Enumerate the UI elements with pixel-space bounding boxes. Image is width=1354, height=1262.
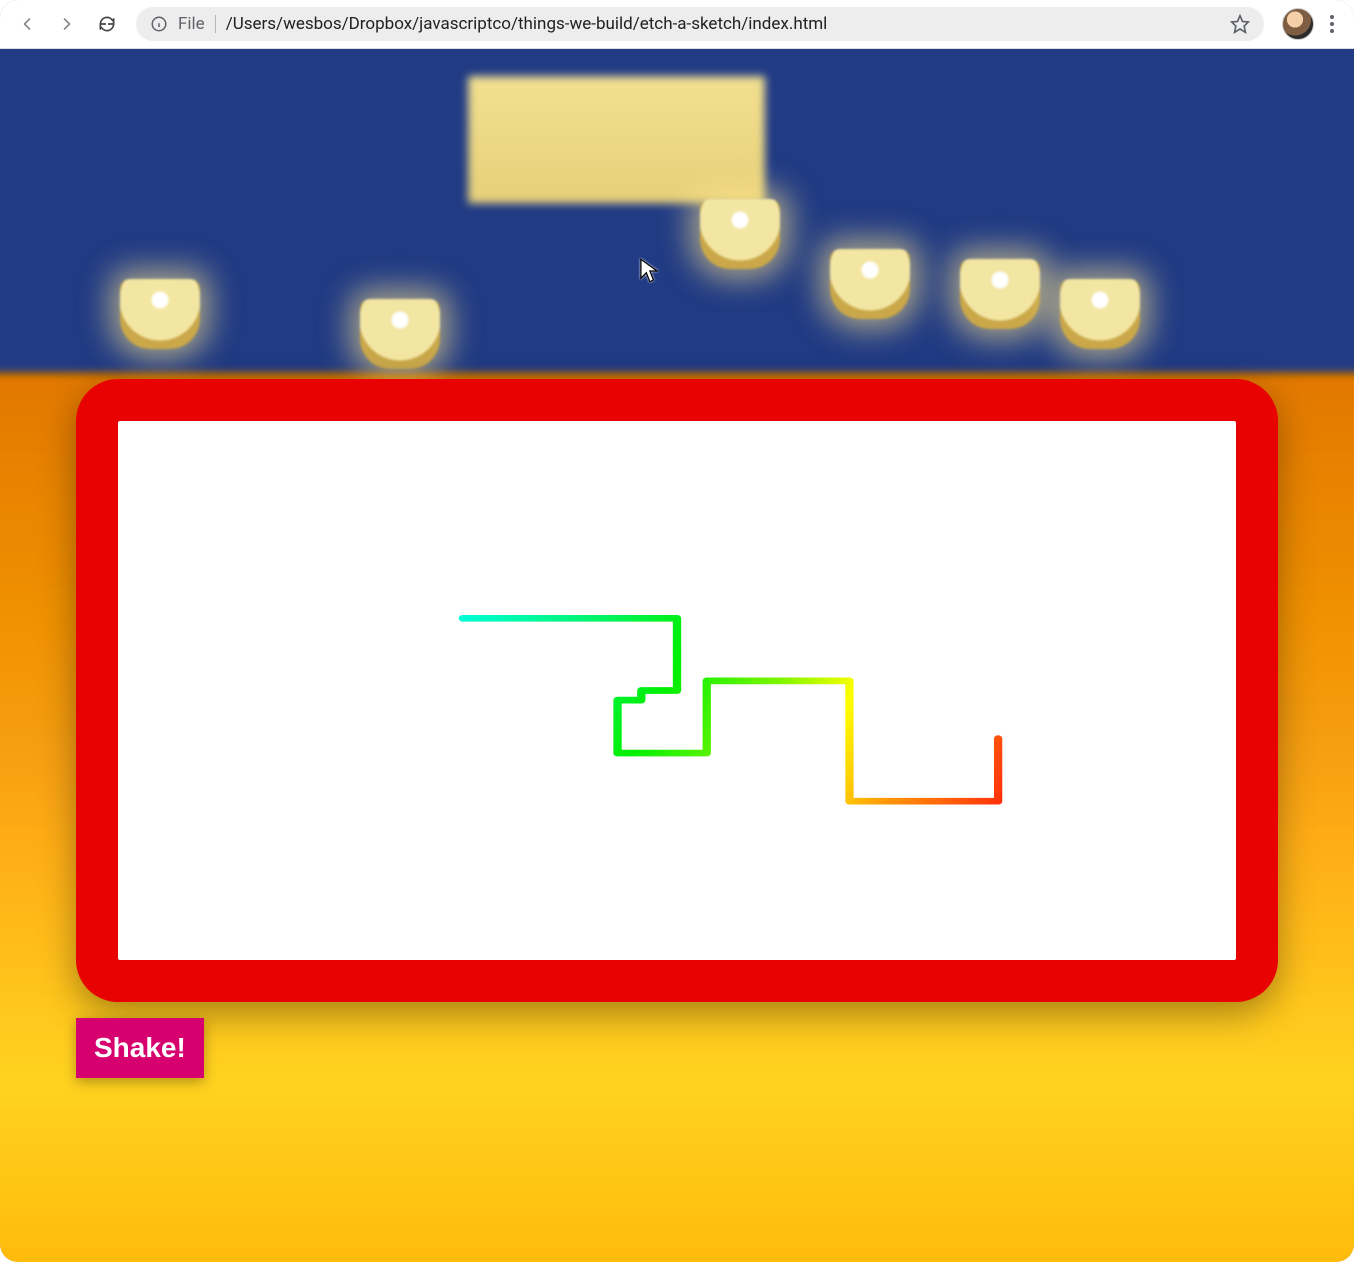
etch-a-sketch-frame [76, 379, 1278, 1002]
arrow-left-icon [17, 14, 37, 34]
address-bar[interactable]: File /Users/wesbos/Dropbox/javascriptco/… [136, 7, 1264, 41]
reload-button[interactable] [90, 7, 124, 41]
page-viewport: Shake! [0, 49, 1354, 1262]
url-scheme-label: File [178, 14, 205, 34]
spotlight-icon [360, 299, 440, 369]
reload-icon [97, 14, 117, 34]
arrow-right-icon [57, 14, 77, 34]
profile-avatar[interactable] [1282, 8, 1314, 40]
spotlight-icon [700, 199, 780, 269]
spotlight-icon [120, 279, 200, 349]
star-icon [1230, 14, 1250, 34]
forward-button[interactable] [50, 7, 84, 41]
shake-button[interactable]: Shake! [76, 1018, 204, 1078]
drawing-svg [118, 421, 1236, 960]
back-button[interactable] [10, 7, 44, 41]
spotlight-icon [830, 249, 910, 319]
url-path: /Users/wesbos/Dropbox/javascriptco/thing… [226, 14, 1220, 34]
address-divider [215, 15, 216, 33]
spotlight-icon [1060, 279, 1140, 349]
browser-toolbar: File /Users/wesbos/Dropbox/javascriptco/… [0, 0, 1354, 49]
spotlight-icon [960, 259, 1040, 329]
info-icon [150, 15, 168, 33]
browser-menu-button[interactable] [1320, 9, 1344, 39]
bookmark-button[interactable] [1230, 14, 1250, 34]
drawing-canvas[interactable] [118, 421, 1236, 960]
